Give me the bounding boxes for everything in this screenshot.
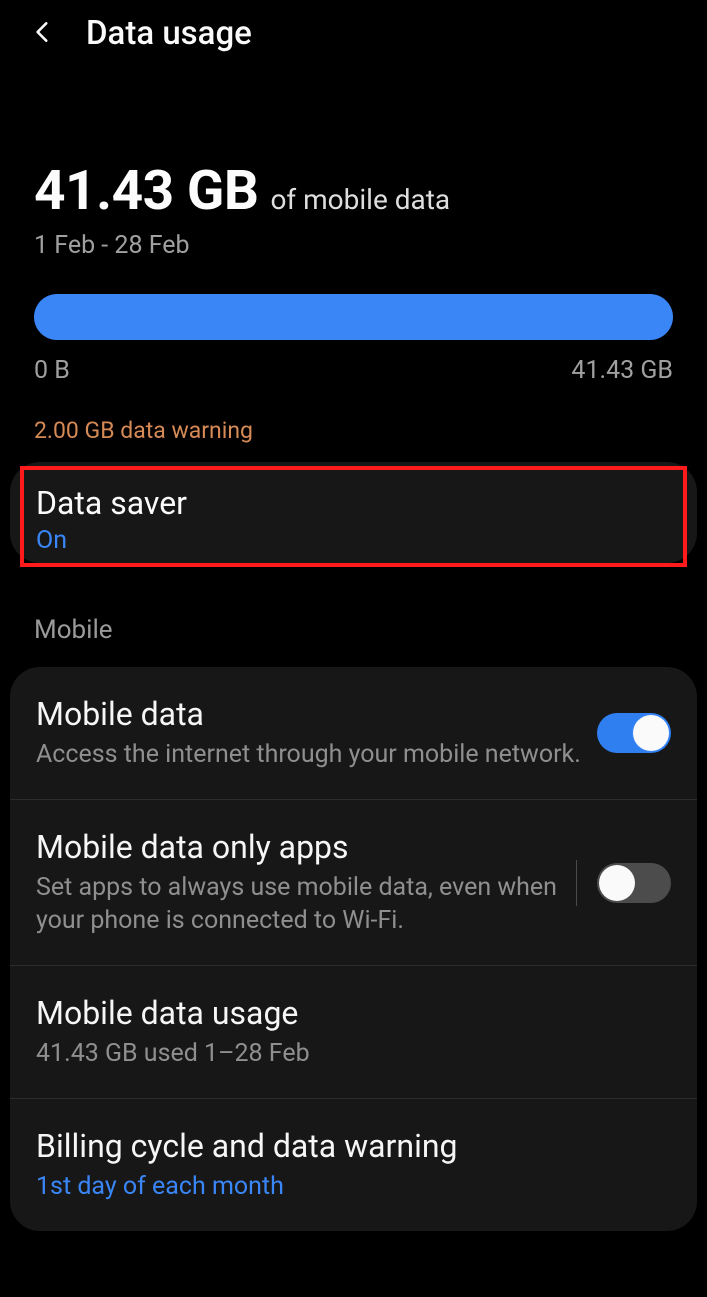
mobile-settings-card: Mobile data Access the internet through … xyxy=(10,667,697,1231)
usage-max-label: 41.43 GB xyxy=(571,356,673,385)
mobile-data-row[interactable]: Mobile data Access the internet through … xyxy=(10,667,697,800)
billing-cycle-title: Billing cycle and data warning xyxy=(36,1127,661,1165)
mobile-data-usage-row[interactable]: Mobile data usage 41.43 GB used 1–28 Feb xyxy=(10,966,697,1099)
data-saver-card[interactable]: Data saver On xyxy=(10,462,697,563)
usage-progress-bar[interactable] xyxy=(34,294,673,340)
mobile-data-title: Mobile data xyxy=(36,695,587,733)
toggle-divider xyxy=(576,860,577,906)
usage-min-label: 0 B xyxy=(34,356,70,385)
data-warning-text: 2.00 GB data warning xyxy=(34,417,673,444)
data-saver-status: On xyxy=(36,526,661,555)
usage-amount: 41.43 GB xyxy=(34,159,258,223)
mobile-data-usage-title: Mobile data usage xyxy=(36,994,661,1032)
page-title: Data usage xyxy=(86,14,252,53)
back-icon[interactable] xyxy=(30,19,56,49)
billing-cycle-row[interactable]: Billing cycle and data warning 1st day o… xyxy=(10,1099,697,1231)
usage-period: 1 Feb - 28 Feb xyxy=(34,231,673,260)
mobile-data-only-apps-sub: Set apps to always use mobile data, even… xyxy=(36,871,566,937)
mobile-data-toggle[interactable] xyxy=(597,713,671,753)
billing-cycle-sub: 1st day of each month xyxy=(36,1170,661,1203)
mobile-data-only-apps-title: Mobile data only apps xyxy=(36,828,566,866)
usage-summary: 41.43 GB of mobile data 1 Feb - 28 Feb 0… xyxy=(0,71,707,444)
mobile-data-only-apps-toggle[interactable] xyxy=(597,863,671,903)
data-saver-title: Data saver xyxy=(36,484,661,522)
mobile-data-only-apps-row[interactable]: Mobile data only apps Set apps to always… xyxy=(10,800,697,966)
highlight-annotation: Data saver On xyxy=(20,466,687,567)
mobile-data-sub: Access the internet through your mobile … xyxy=(36,738,587,771)
section-label-mobile: Mobile xyxy=(0,577,707,645)
usage-suffix: of mobile data xyxy=(270,183,450,216)
mobile-data-usage-sub: 41.43 GB used 1–28 Feb xyxy=(36,1037,661,1070)
